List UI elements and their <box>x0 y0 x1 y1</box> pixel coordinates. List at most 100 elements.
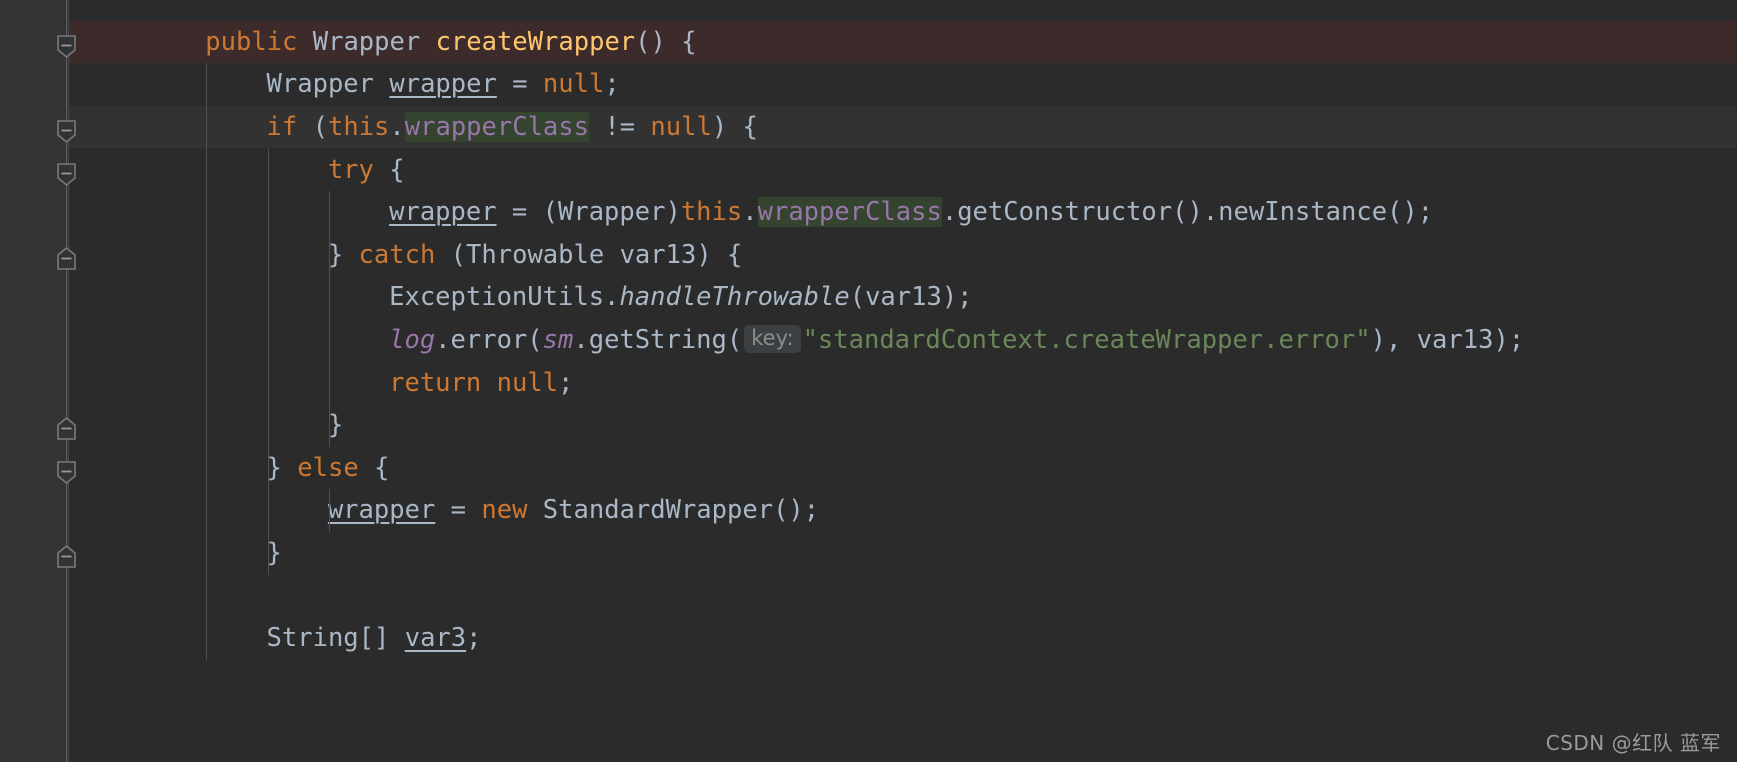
code-line-text: } else { <box>68 447 390 490</box>
code-token: ) { <box>696 239 743 270</box>
code-token: wrapper <box>327 495 436 526</box>
code-token: () { <box>635 26 697 57</box>
code-line[interactable]: } <box>68 404 1737 447</box>
csdn-watermark: CSDN @红队 蓝军 <box>1545 731 1721 755</box>
code-token: . <box>604 282 620 313</box>
code-content-area[interactable]: public Wrapper createWrapper() {Wrapper … <box>68 0 1737 762</box>
keyword-token: this <box>327 111 390 142</box>
keyword-token: try <box>327 154 374 185</box>
code-token: (); <box>773 495 820 526</box>
code-token: ), <box>1370 324 1417 355</box>
indent-guide <box>267 148 269 575</box>
code-token: .error( <box>435 324 543 355</box>
code-line-text: ExceptionUtils.handleThrowable(var13); <box>68 276 973 319</box>
keyword-token: this <box>680 197 743 228</box>
fold-marker-expanded-end[interactable] <box>55 416 78 442</box>
code-token: [] <box>358 623 405 654</box>
field-token: log <box>389 324 436 355</box>
fold-marker-expanded-end[interactable] <box>55 544 78 570</box>
code-token: Wrapper <box>558 197 666 228</box>
code-token: = <box>496 69 543 100</box>
code-token: { <box>358 452 390 483</box>
code-line-text: } catch (Throwable var13) { <box>68 234 743 277</box>
code-token: StandardWrapper <box>542 495 774 526</box>
indent-guide <box>328 191 330 447</box>
code-line-text: Wrapper wrapper = null; <box>68 63 620 106</box>
fold-marker-expanded-start[interactable] <box>55 33 78 59</box>
method-name-token: createWrapper <box>435 26 636 57</box>
code-line[interactable]: try { <box>68 149 1737 192</box>
code-token: ) { <box>711 111 758 142</box>
code-token: var13 <box>619 239 697 270</box>
code-token: .getConstructor().newInstance(); <box>941 197 1434 228</box>
code-line[interactable]: return null; <box>68 362 1737 405</box>
code-token: ( <box>297 111 328 142</box>
code-line[interactable]: } else { <box>68 447 1737 490</box>
code-line[interactable]: public Wrapper createWrapper() { <box>68 20 1737 64</box>
keyword-token: else <box>297 452 359 483</box>
field-token: wrapperClass <box>757 197 942 228</box>
keyword-token: null <box>542 69 605 100</box>
code-line-text: try { <box>68 149 405 192</box>
code-token: } <box>327 239 359 270</box>
fold-rail <box>66 0 67 762</box>
code-token: String <box>266 623 359 654</box>
code-line-text: log.error(sm.getString(key: "standardCont… <box>68 319 1524 363</box>
code-token: != <box>589 111 651 142</box>
code-line-text: wrapper = (Wrapper)this.wrapperClass.get… <box>68 191 1433 234</box>
keyword-token: null <box>650 111 712 142</box>
keyword-token: if <box>266 111 298 142</box>
code-line-text: public Wrapper createWrapper() { <box>68 21 697 64</box>
code-token: ); <box>941 282 973 313</box>
code-line[interactable]: String[] var3; <box>68 617 1737 660</box>
code-line[interactable]: Wrapper wrapper = null; <box>68 63 1737 106</box>
code-line[interactable]: wrapper = (Wrapper)this.wrapperClass.get… <box>68 191 1737 234</box>
code-token: Wrapper <box>266 69 375 100</box>
code-token: . <box>389 111 405 142</box>
code-line[interactable]: ExceptionUtils.handleThrowable(var13); <box>68 276 1737 319</box>
code-token: } <box>266 452 298 483</box>
code-line[interactable]: log.error(sm.getString(key: "standardCont… <box>68 319 1737 362</box>
code-token: ; <box>558 367 574 398</box>
code-token: . <box>742 197 758 228</box>
keyword-token: catch <box>358 239 436 270</box>
code-line-text: String[] var3; <box>68 617 482 660</box>
code-token: ExceptionUtils <box>389 282 605 313</box>
code-token: var13 <box>1416 324 1494 355</box>
fold-marker-expanded-start[interactable] <box>55 118 78 144</box>
code-token: Wrapper <box>312 26 421 57</box>
code-token: } <box>327 410 344 441</box>
code-line[interactable]: wrapper = new StandardWrapper(); <box>68 489 1737 532</box>
code-token: var3 <box>404 623 467 654</box>
code-token: = <box>435 495 482 526</box>
keyword-token: return <box>389 367 482 398</box>
code-line-text: return null; <box>68 362 573 405</box>
code-line-text: wrapper = new StandardWrapper(); <box>68 489 819 532</box>
code-token: { <box>373 154 405 185</box>
code-token: } <box>266 537 282 568</box>
code-line-text: if (this.wrapperClass != null) { <box>68 106 758 149</box>
fold-marker-expanded-start[interactable] <box>55 459 78 485</box>
code-token: = ( <box>496 197 558 228</box>
code-editor[interactable]: public Wrapper createWrapper() {Wrapper … <box>0 0 1737 762</box>
code-token: ( <box>849 282 866 313</box>
code-token: ) <box>665 197 681 228</box>
code-line[interactable] <box>68 575 1737 618</box>
code-token: ); <box>1493 324 1525 355</box>
fold-marker-expanded-start[interactable] <box>55 161 78 187</box>
code-token: wrapper <box>389 197 497 228</box>
fold-marker-expanded-end[interactable] <box>55 246 78 272</box>
code-line-text: } <box>68 532 282 575</box>
editor-gutter[interactable] <box>0 0 69 762</box>
parameter-hint-inlay: key: <box>744 324 801 353</box>
code-token: handleThrowable <box>619 282 850 313</box>
code-line[interactable]: } catch (Throwable var13) { <box>68 234 1737 277</box>
code-token: .getString( <box>573 324 743 355</box>
code-line[interactable]: if (this.wrapperClass != null) { <box>68 105 1737 149</box>
code-line[interactable]: } <box>68 532 1737 575</box>
